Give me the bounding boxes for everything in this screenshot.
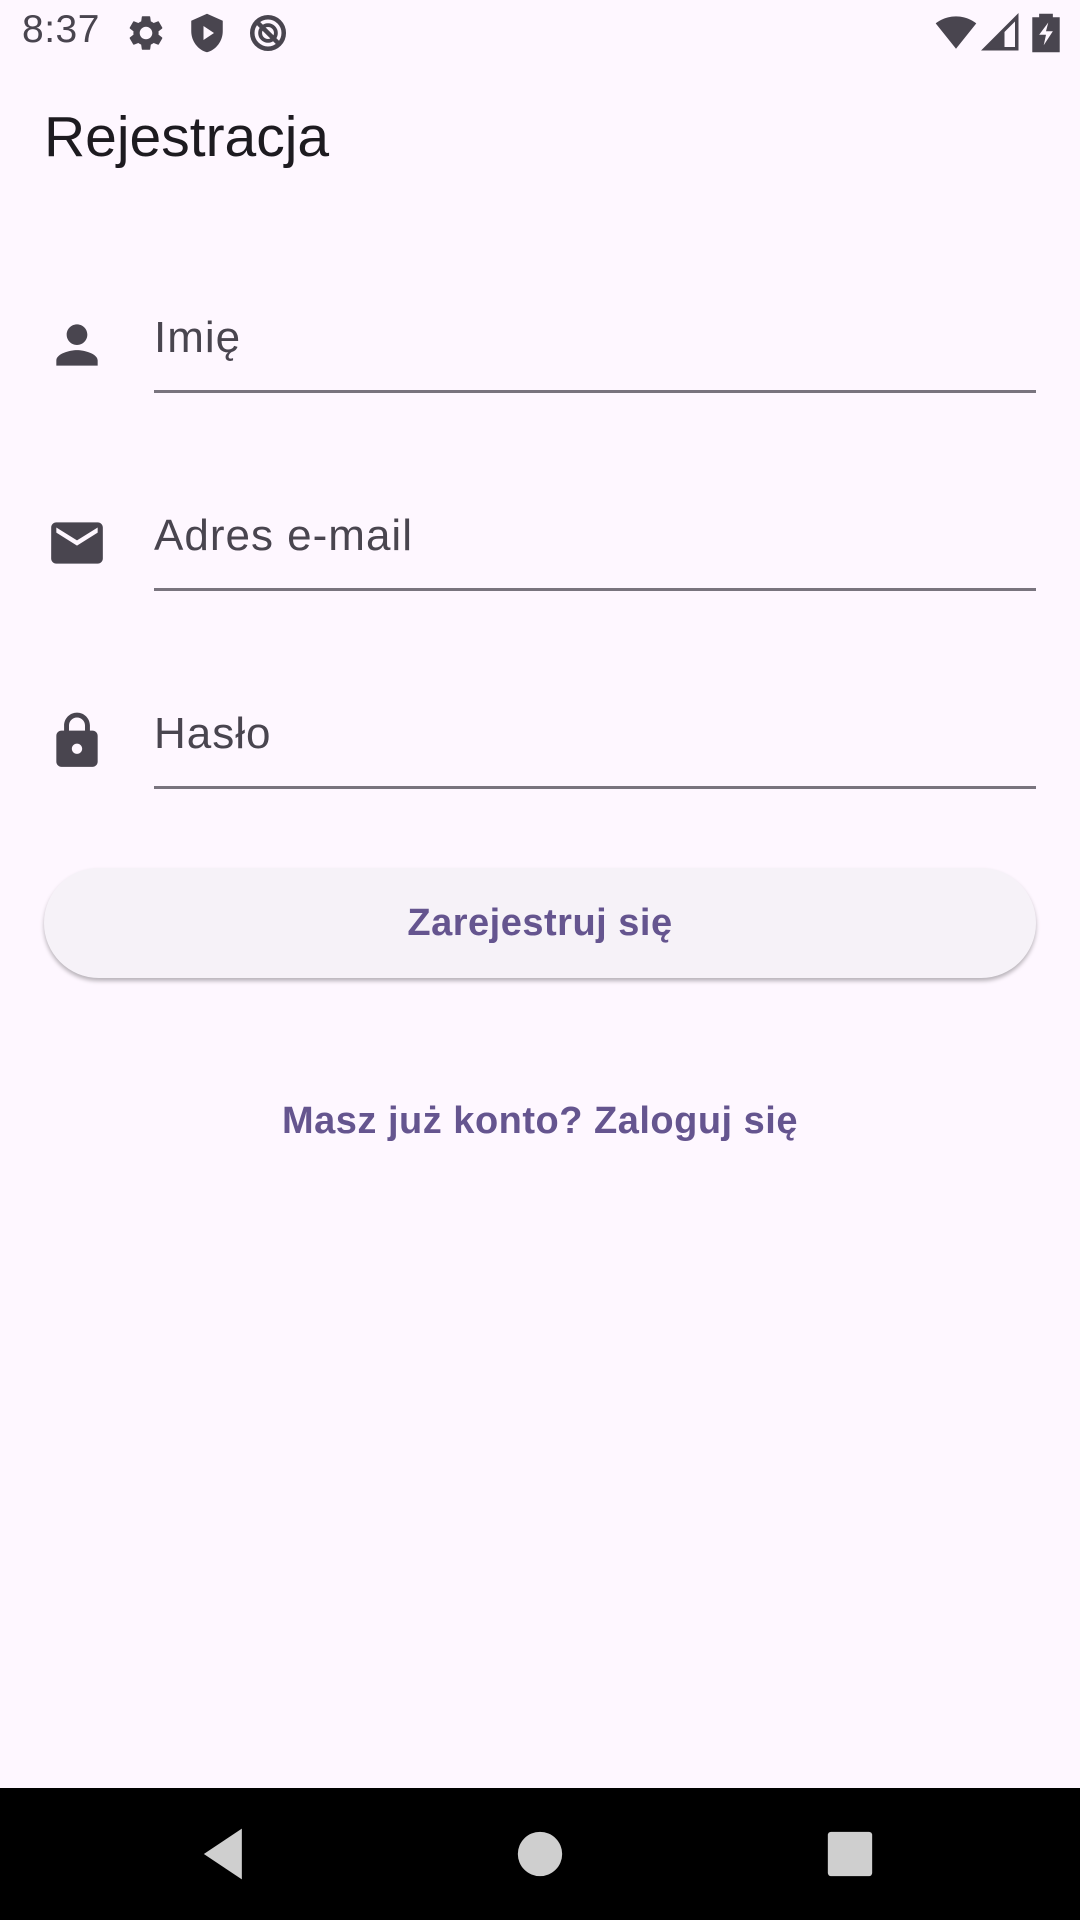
recents-icon[interactable] (812, 1816, 888, 1892)
navigation-bar (0, 1788, 1080, 1920)
person-icon (46, 314, 108, 376)
email-field-row (0, 484, 1080, 594)
status-bar: 8:37 (0, 0, 1080, 66)
gear-icon (125, 12, 167, 54)
password-field-row (0, 682, 1080, 792)
name-field-row (0, 286, 1080, 396)
mail-icon (46, 512, 108, 574)
battery-charging-icon (1030, 12, 1062, 54)
home-icon[interactable] (502, 1816, 578, 1892)
lock-icon (46, 710, 108, 772)
back-icon[interactable] (188, 1816, 264, 1892)
cell-signal-icon (980, 12, 1022, 54)
password-input[interactable] (154, 682, 1036, 789)
status-time: 8:37 (22, 8, 100, 51)
wifi-icon (935, 12, 977, 54)
register-button[interactable]: Zarejestruj się (44, 868, 1036, 978)
name-input[interactable] (154, 286, 1036, 393)
page-title: Rejestracja (44, 105, 330, 169)
do-not-disturb-icon (247, 12, 289, 54)
play-protect-icon (186, 12, 228, 54)
email-input[interactable] (154, 484, 1036, 591)
login-link[interactable]: Masz już konto? Zaloguj się (0, 1100, 1080, 1143)
